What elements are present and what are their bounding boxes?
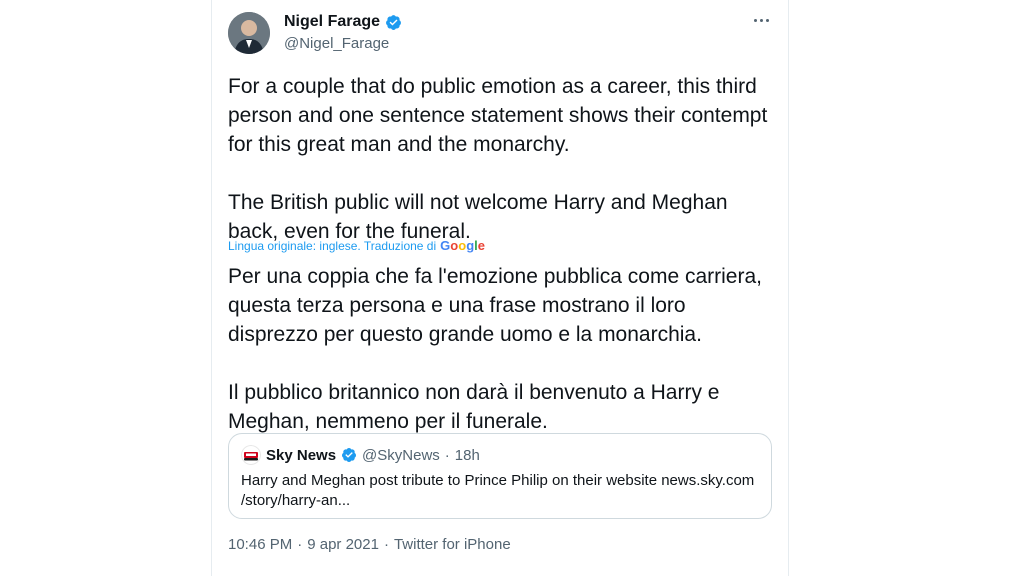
avatar[interactable] xyxy=(228,12,270,54)
quoted-separator: · xyxy=(444,446,450,464)
verified-badge-icon xyxy=(342,448,357,462)
quoted-tweet-header: Sky News @SkyNews · 18h xyxy=(241,445,480,465)
sky-news-avatar xyxy=(241,445,261,465)
quoted-author-name: Sky News xyxy=(266,446,337,464)
verified-badge-icon xyxy=(386,14,401,30)
google-logo: Google xyxy=(440,238,485,253)
more-horizontal-icon[interactable] xyxy=(748,10,774,30)
tweet-card: Nigel Farage @Nigel_Farage For a couple … xyxy=(211,0,789,576)
author-name-row: Nigel Farage xyxy=(284,13,402,31)
meta-separator: · xyxy=(297,536,303,553)
author-handle[interactable]: @Nigel_Farage xyxy=(284,35,389,52)
translation-label[interactable]: Lingua originale: inglese. Traduzione di xyxy=(228,239,436,253)
tweet-source[interactable]: Twitter for iPhone xyxy=(394,536,511,553)
quoted-tweet-card[interactable]: Sky News @SkyNews · 18h Harry and Meghan… xyxy=(228,433,772,519)
quoted-time: 18h xyxy=(454,446,480,464)
tweet-date[interactable]: 9 apr 2021 xyxy=(307,536,379,553)
meta-separator: · xyxy=(383,536,389,553)
tweet-time[interactable]: 10:46 PM xyxy=(228,536,292,553)
tweet-meta: 10:46 PM · 9 apr 2021 · Twitter for iPho… xyxy=(228,536,511,553)
quoted-author-handle: @SkyNews xyxy=(362,446,440,464)
author-name[interactable]: Nigel Farage xyxy=(284,13,380,31)
translated-text: Per una coppia che fa l'emozione pubblic… xyxy=(228,265,762,433)
translation-bar: Lingua originale: inglese. Traduzione di… xyxy=(228,238,485,253)
quoted-tweet-text: Harry and Meghan post tribute to Prince … xyxy=(241,472,755,509)
tweet-text: For a couple that do public emotion as a… xyxy=(228,75,768,243)
